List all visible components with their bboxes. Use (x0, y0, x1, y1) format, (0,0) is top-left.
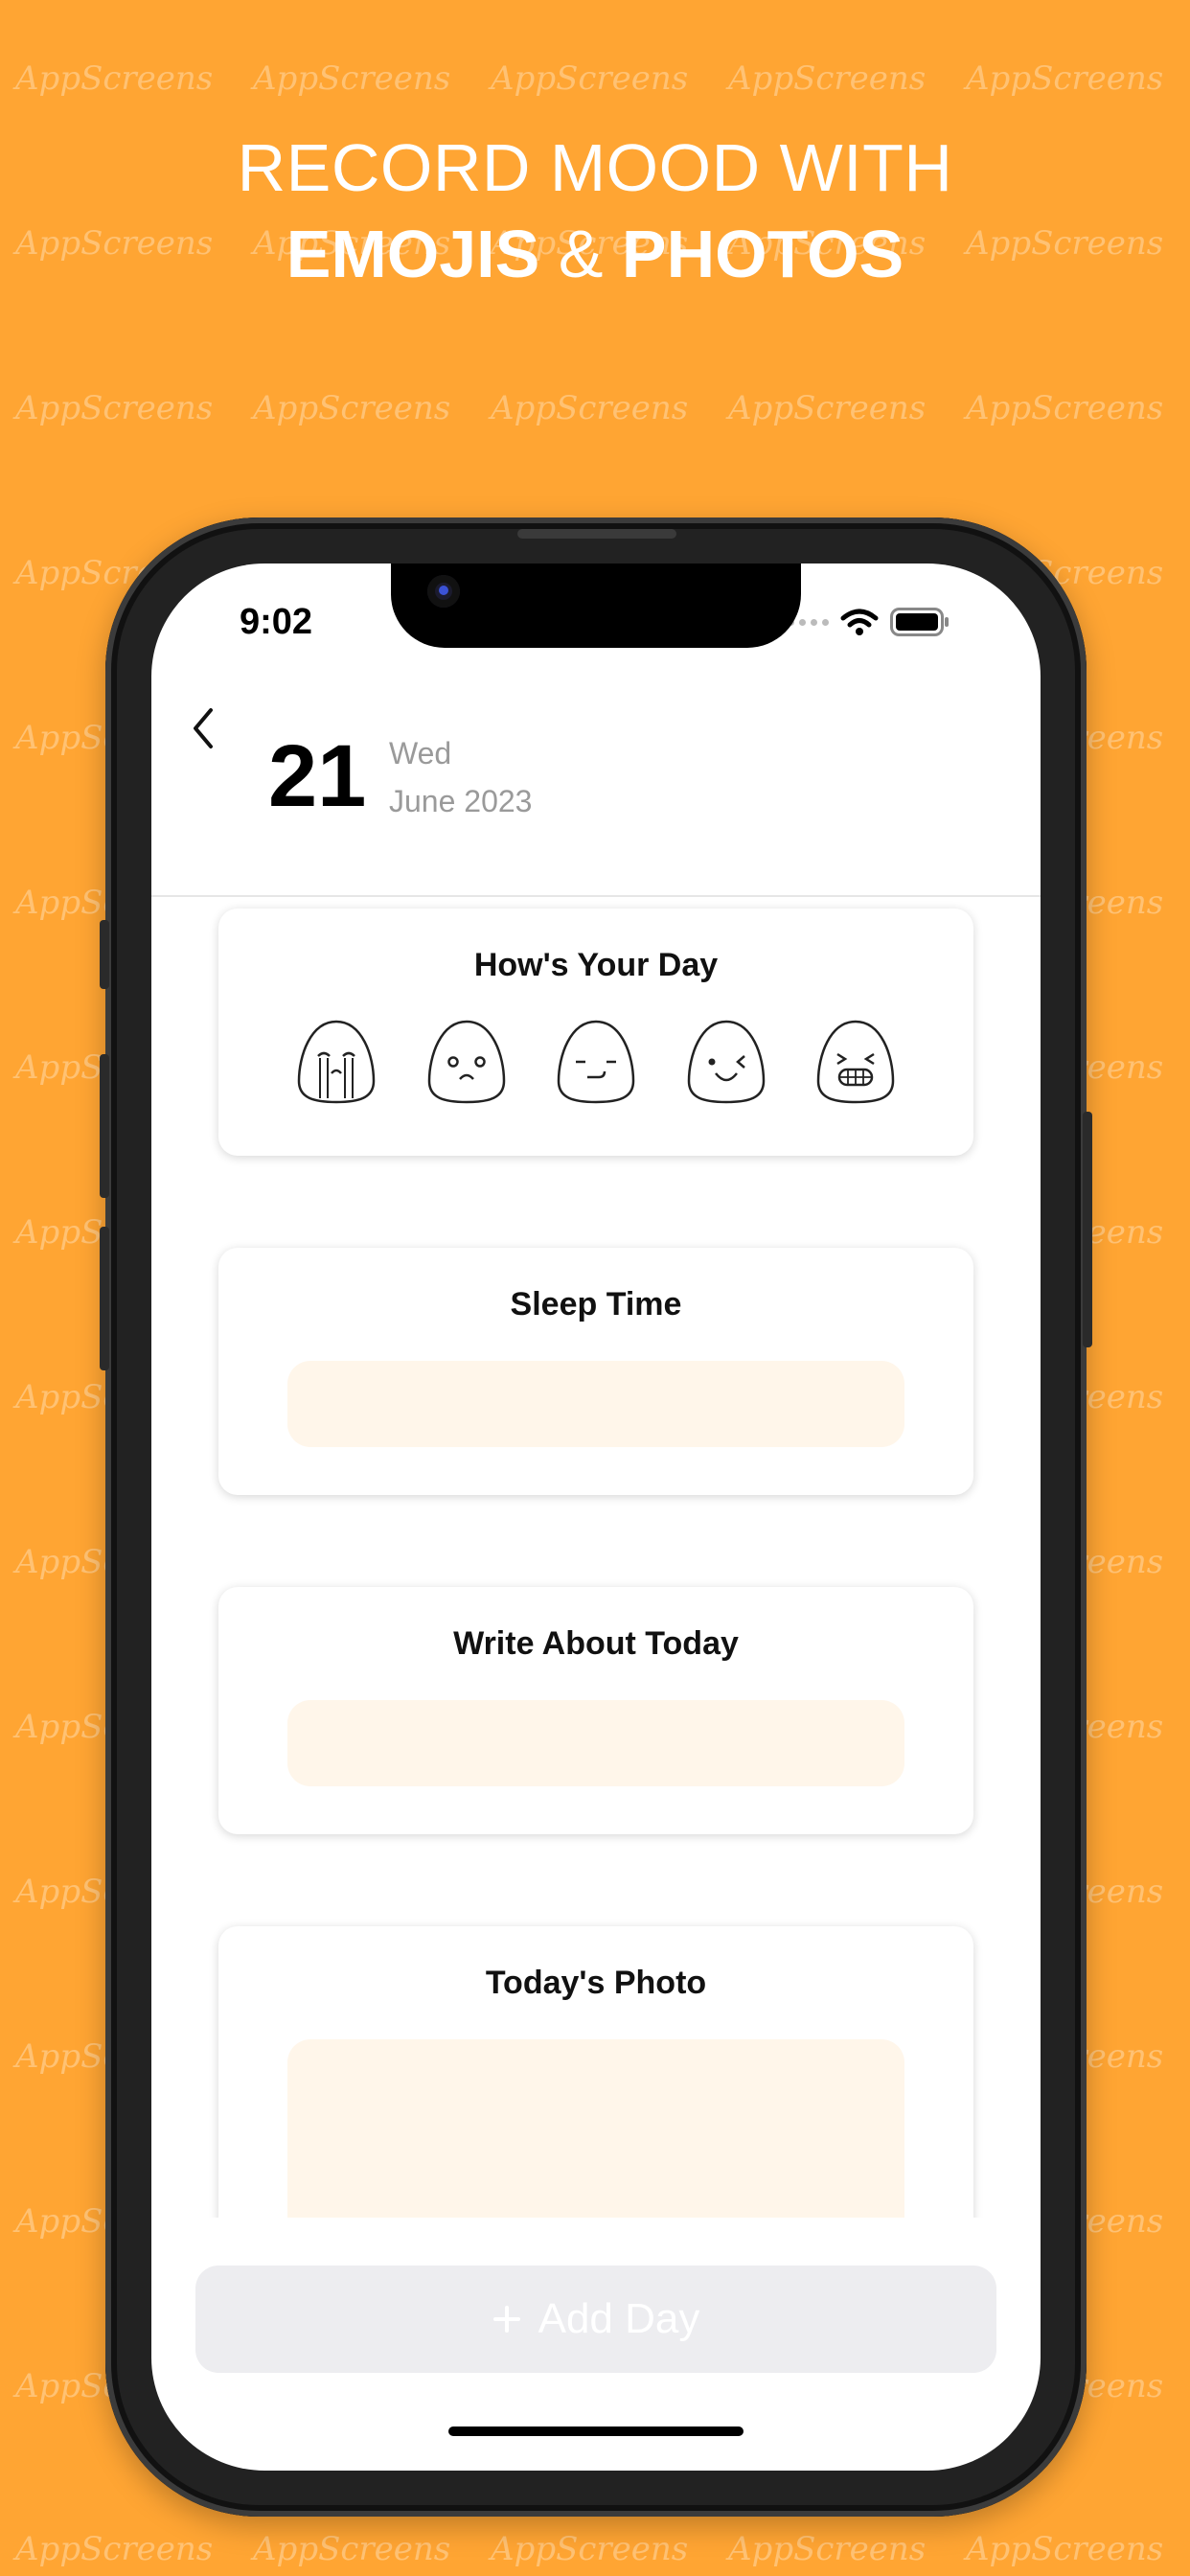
watermark-text: AppScreens (491, 2530, 689, 2568)
mute-switch (100, 920, 109, 989)
crying-face-icon[interactable] (295, 1018, 378, 1106)
app-screen: 9:02 21 Wed June 2023 How's Your Day Sle… (151, 564, 1041, 2471)
watermark-text: AppScreens (253, 389, 451, 427)
wink-face-icon[interactable] (685, 1018, 767, 1106)
headline-line-2: EMOJIS & PHOTOS (0, 211, 1190, 297)
headline: RECORD MOOD WITH EMOJIS & PHOTOS (0, 125, 1190, 297)
wifi-icon (840, 609, 879, 635)
speaker-grille (517, 529, 676, 539)
watermark-row: AppScreens AppScreens AppScreens AppScreens… (0, 389, 1190, 437)
sleep-card-title: Sleep Time (510, 1286, 682, 1322)
watermark-text: AppScreens (728, 2530, 927, 2568)
watermark-text: AppScreens (15, 59, 214, 98)
watermark-text: AppScreens (966, 2530, 1164, 2568)
watermark-row: AppScreens AppScreens AppScreens AppScreens… (0, 2530, 1190, 2576)
front-camera (427, 575, 460, 608)
add-day-button[interactable]: Add Day (195, 2266, 996, 2373)
write-card-title: Write About Today (453, 1625, 739, 1662)
battery-icon (890, 608, 949, 636)
headline-line-1: RECORD MOOD WITH (237, 130, 953, 205)
plus-icon (492, 2306, 520, 2333)
watermark-text: AppScreens (253, 59, 451, 98)
watermark-text: AppScreens (15, 389, 214, 427)
back-button[interactable] (184, 702, 222, 755)
power-button (1083, 1112, 1092, 1347)
headline-photos: PHOTOS (621, 217, 904, 291)
watermark-text: AppScreens (491, 59, 689, 98)
status-time: 9:02 (240, 602, 313, 642)
mood-card-title: How's Your Day (473, 947, 719, 983)
watermark-text: AppScreens (491, 389, 689, 427)
sleep-time-field[interactable] (287, 1361, 904, 1447)
volume-down-button (100, 1227, 109, 1370)
home-indicator (448, 2426, 744, 2436)
grin-face-icon[interactable] (814, 1018, 897, 1106)
write-card: Write About Today (218, 1587, 973, 1834)
mood-emoji-row (295, 1018, 897, 1108)
sad-face-icon[interactable] (425, 1018, 508, 1106)
neutral-face-icon[interactable] (555, 1018, 637, 1106)
sleep-card: Sleep Time (218, 1248, 973, 1495)
watermark-text: AppScreens (966, 59, 1164, 98)
watermark-text: AppScreens (15, 2530, 214, 2568)
headline-emojis: EMOJIS (286, 217, 540, 291)
watermark-text: AppScreens (728, 59, 927, 98)
day-number: 21 (268, 727, 367, 825)
phone-frame: 9:02 21 Wed June 2023 How's Your Day Sle… (100, 518, 1092, 2517)
scroll-content[interactable]: How's Your Day Sleep Time Write About To… (151, 897, 1041, 2218)
photo-card-title: Today's Photo (485, 1965, 707, 2001)
weekday: Wed (389, 736, 452, 770)
chevron-left-icon (194, 708, 213, 748)
mood-card: How's Your Day (218, 908, 973, 1156)
add-day-label: Add Day (538, 2295, 700, 2342)
headline-ampersand: & (558, 217, 604, 291)
watermark-row: AppScreens AppScreens AppScreens AppScreens… (0, 59, 1190, 107)
watermark-text: AppScreens (728, 389, 927, 427)
month-year: June 2023 (389, 784, 533, 818)
photo-card: Today's Photo (218, 1926, 973, 2218)
watermark-text: AppScreens (253, 2530, 451, 2568)
status-icons (788, 608, 950, 636)
photo-picker-field[interactable] (287, 2039, 904, 2218)
volume-up-button (100, 1054, 109, 1198)
write-about-today-field[interactable] (287, 1700, 904, 1786)
watermark-text: AppScreens (966, 389, 1164, 427)
